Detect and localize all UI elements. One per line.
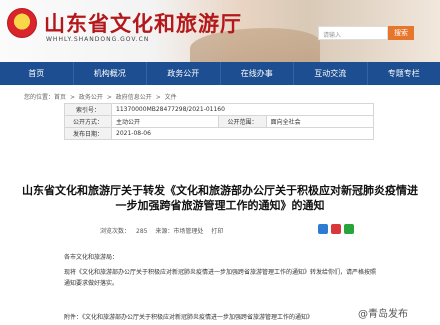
- scope-value: 面向全社会: [265, 115, 375, 128]
- article-title-line2: 一步加强跨省旅游管理工作的通知》的通知: [115, 199, 325, 212]
- nav-item-public-affairs[interactable]: 政务公开: [147, 62, 221, 85]
- breadcrumb-home[interactable]: 您的位置：首页: [24, 94, 66, 101]
- document-info-table: 索引号： 11370000MB28477298/2021-01160 公开方式：…: [63, 103, 375, 140]
- article-title-line1: 山东省文化和旅游厅关于转发《文化和旅游部办公厅关于积极应对新冠肺炎疫情进: [22, 184, 418, 197]
- nav-item-topics[interactable]: 专题专栏: [368, 62, 440, 85]
- site-url: WHHLY.SHANDONG.GOV.CN: [46, 36, 150, 43]
- watermark: @青岛发布: [358, 309, 408, 320]
- header-banner: ★ 山东省文化和旅游厅 WHHLY.SHANDONG.GOV.CN 请输入 搜索: [0, 0, 440, 62]
- main-nav: 首页 机构概况 政务公开 在线办事 互动交流 专题专栏: [0, 62, 440, 85]
- date-value: 2021-08-06: [111, 127, 374, 140]
- nav-item-organization[interactable]: 机构概况: [74, 62, 147, 85]
- print-link[interactable]: 打印: [211, 228, 223, 235]
- qzone-share-icon[interactable]: [318, 224, 328, 234]
- nav-item-interaction[interactable]: 互动交流: [294, 62, 368, 85]
- article-greeting: 各市文化和旅游局：: [64, 254, 119, 261]
- breadcrumb-gov-info[interactable]: 政府信息公开: [116, 94, 152, 101]
- disclosure-value: 主动公开: [111, 115, 220, 128]
- article-paragraph: 现将《文化和旅游部办公厅关于积极应对新冠肺炎疫情进一步加强跨省旅游管理工作的通知…: [64, 269, 377, 287]
- search-input[interactable]: 请输入: [318, 26, 388, 40]
- breadcrumb-public-affairs[interactable]: 政务公开: [79, 94, 103, 101]
- emblem-icon: ★: [7, 8, 37, 38]
- breadcrumb-separator: >: [69, 94, 75, 101]
- weibo-share-icon[interactable]: [331, 224, 341, 234]
- index-label: 索引号：: [63, 103, 113, 116]
- wechat-share-icon[interactable]: [344, 224, 354, 234]
- views-label: 浏览次数：: [100, 228, 131, 235]
- index-value: 11370000MB28477298/2021-01160: [111, 103, 374, 116]
- breadcrumb-files[interactable]: 文件: [165, 94, 177, 101]
- search-button[interactable]: 搜索: [388, 26, 414, 40]
- date-label: 发布日期：: [63, 127, 113, 140]
- breadcrumb: 您的位置：首页 > 政务公开 > 政府信息公开 > 文件: [24, 92, 179, 101]
- views-count: 285: [136, 228, 148, 235]
- source-text: 来源：市场管理处: [155, 228, 204, 235]
- article-title: 山东省文化和旅游厅关于转发《文化和旅游部办公厅关于积极应对新冠肺炎疫情进 一步加…: [0, 183, 440, 213]
- scope-label: 公开范围：: [218, 115, 267, 128]
- article-meta: 浏览次数： 285 来源：市场管理处 打印: [100, 226, 229, 235]
- disclosure-label: 公开方式：: [63, 115, 113, 128]
- site-title[interactable]: 山东省文化和旅游厅: [44, 8, 242, 38]
- breadcrumb-separator: >: [155, 94, 161, 101]
- breadcrumb-separator: >: [106, 94, 112, 101]
- attachment-link[interactable]: 附件：《文化和旅游部办公厅关于积极应对新冠肺炎疫情进一步加强跨省旅游管理工作的通…: [64, 312, 313, 323]
- nav-item-online-services[interactable]: 在线办事: [221, 62, 294, 85]
- nav-item-home[interactable]: 首页: [0, 62, 74, 85]
- share-bar: [318, 224, 354, 234]
